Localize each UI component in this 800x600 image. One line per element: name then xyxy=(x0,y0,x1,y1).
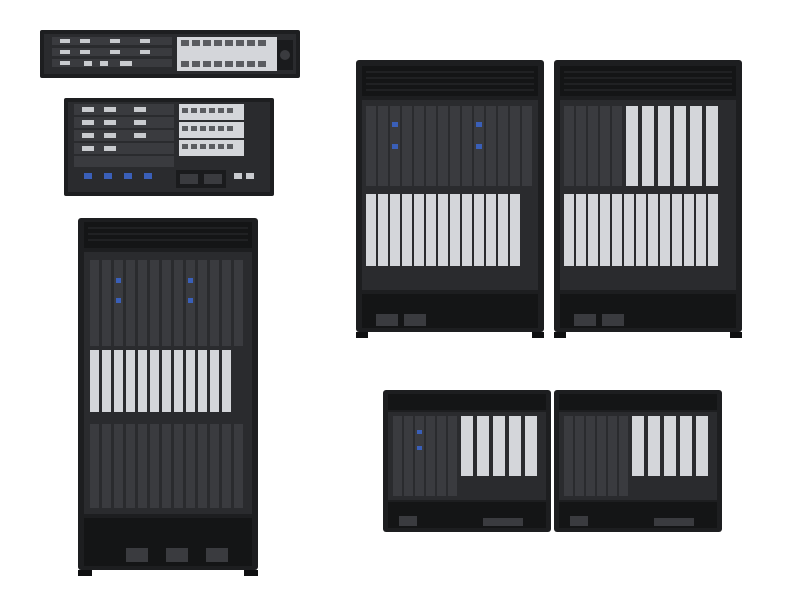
rack-unit-4u xyxy=(64,98,274,196)
rack-unit-4u-image xyxy=(64,98,274,196)
chassis-small-1 xyxy=(383,390,551,536)
tower-chassis-large-image xyxy=(78,218,258,576)
chassis-small-2 xyxy=(554,390,722,536)
chassis-medium-2 xyxy=(554,60,742,340)
chassis-medium-2-image xyxy=(554,60,742,338)
rack-unit-1u-image xyxy=(40,30,300,78)
rack-unit-1u xyxy=(40,30,300,78)
chassis-small-1-image xyxy=(383,390,551,532)
chassis-medium-1-image xyxy=(356,60,544,338)
tower-chassis-large xyxy=(78,218,258,578)
chassis-small-2-image xyxy=(554,390,722,532)
chassis-medium-1 xyxy=(356,60,544,340)
